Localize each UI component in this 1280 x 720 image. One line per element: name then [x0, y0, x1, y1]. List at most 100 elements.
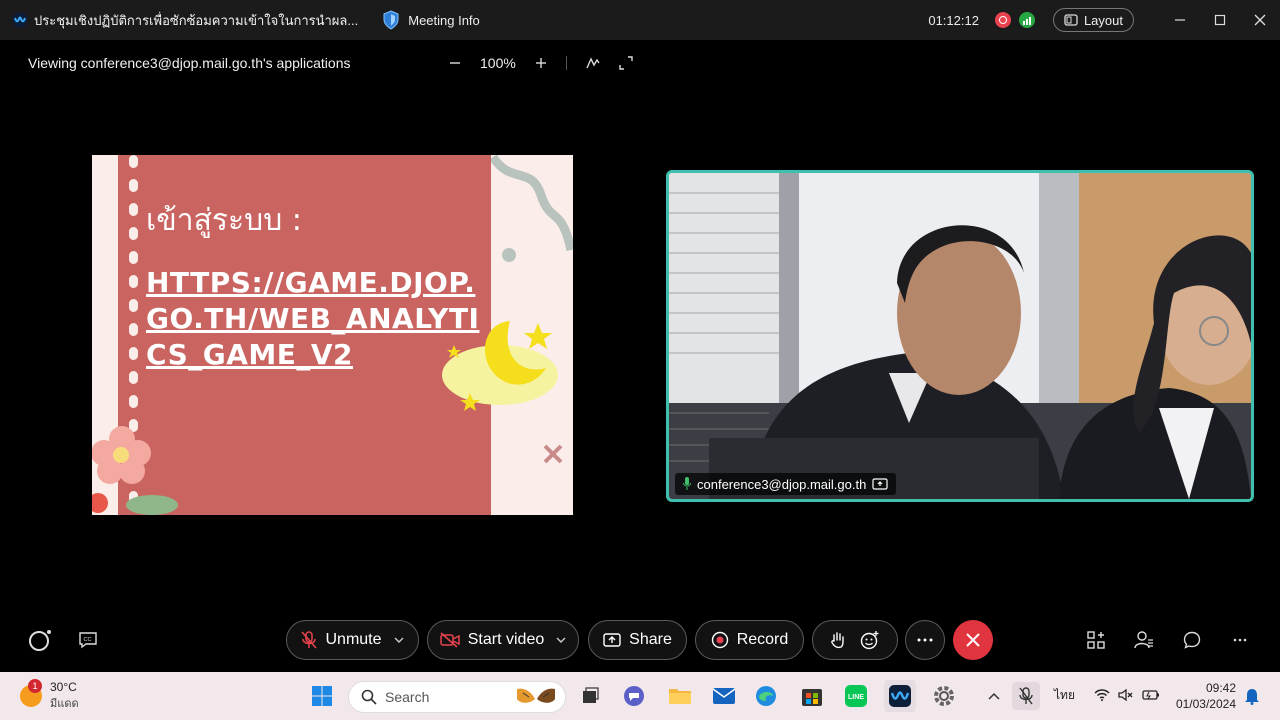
- share-button[interactable]: Share: [588, 620, 687, 660]
- ai-assistant-button[interactable]: [20, 620, 60, 660]
- fullscreen-icon[interactable]: [619, 56, 633, 70]
- store-button[interactable]: [798, 682, 826, 710]
- raise-hand-icon[interactable]: [830, 631, 846, 649]
- weather-description: มีแดด: [50, 698, 79, 710]
- close-window-button[interactable]: [1240, 0, 1280, 40]
- layout-button[interactable]: Layout: [1052, 8, 1134, 32]
- store-icon: [802, 689, 822, 706]
- webex-taskbar-button[interactable]: [884, 680, 916, 712]
- webex-logo-icon: [12, 12, 28, 28]
- more-panels-button[interactable]: [1220, 620, 1260, 660]
- assistant-icon: [29, 630, 51, 651]
- mail-icon: [712, 688, 736, 704]
- slide-url: HTTPS://GAME.DJOP.GO.TH/WEB_ANALYTICS_GA…: [146, 266, 480, 371]
- sun-icon: 1: [20, 679, 42, 707]
- search-placeholder: Search: [385, 689, 430, 705]
- video-muted-icon: [440, 632, 460, 648]
- teams-chat-button[interactable]: [620, 682, 648, 710]
- line-icon: LINE: [845, 685, 867, 707]
- shield-icon: [383, 10, 399, 30]
- zoom-in-icon[interactable]: [534, 56, 548, 70]
- show-hidden-icons-button[interactable]: [980, 682, 1008, 710]
- temperature: 30°C: [50, 680, 77, 694]
- sharing-icon: [872, 478, 888, 490]
- webex-app-icon: [889, 685, 911, 707]
- participants-icon: [1134, 631, 1153, 649]
- zoom-divider: [565, 56, 567, 70]
- close-icon: [966, 633, 980, 647]
- task-view-button[interactable]: [576, 682, 604, 710]
- zoom-out-icon[interactable]: [448, 56, 462, 70]
- apps-button[interactable]: [1076, 620, 1116, 660]
- minimize-icon: [1175, 19, 1185, 21]
- video-feed: [669, 173, 1251, 499]
- wifi-icon[interactable]: [1094, 688, 1110, 702]
- recording-indicator-icon[interactable]: [994, 12, 1011, 28]
- start-video-button[interactable]: Start video: [427, 620, 579, 660]
- title-bar-right: 01:12:12 Layout: [928, 0, 1280, 40]
- butterfly-icon: [517, 688, 555, 703]
- network-health-icon[interactable]: [1018, 12, 1035, 28]
- captions-button[interactable]: CC: [68, 620, 108, 660]
- participants-button[interactable]: [1124, 620, 1164, 660]
- edge-browser-button[interactable]: [752, 682, 780, 710]
- viewing-label: Viewing conference3@djop.mail.go.th's ap…: [28, 55, 351, 71]
- more-horizontal-icon: [917, 638, 933, 642]
- record-label: Record: [736, 631, 789, 648]
- taskbar-search-box[interactable]: Search: [348, 681, 566, 713]
- start-button[interactable]: [308, 682, 336, 710]
- chat-bubble-icon: [624, 686, 644, 706]
- svg-text:CC: CC: [84, 637, 92, 643]
- more-options-button[interactable]: [905, 620, 945, 660]
- input-language[interactable]: ไทย: [1054, 686, 1075, 705]
- volume-muted-icon[interactable]: [1118, 688, 1134, 702]
- decor-wave-icon: [491, 155, 573, 262]
- flower-icon: [92, 426, 178, 515]
- slide-heading: เข้าสู่ระบบ :: [146, 203, 302, 238]
- system-clock[interactable]: 09:42 01/03/2024: [1176, 680, 1236, 712]
- weather-widget[interactable]: 1 30°C มีแดด: [20, 679, 79, 712]
- webex-meeting-window: ประชุมเชิงปฏิบัติการเพื่อซักซ้อมความเข้า…: [0, 0, 1280, 720]
- chat-icon: [1183, 631, 1201, 649]
- mail-button[interactable]: [710, 682, 738, 710]
- shared-content-area[interactable]: เข้าสู่ระบบ : HTTPS://GAME.DJOP.GO.TH/WE…: [12, 155, 652, 515]
- close-icon: [1254, 14, 1266, 26]
- settings-button[interactable]: [930, 682, 958, 710]
- maximize-button[interactable]: [1200, 0, 1240, 40]
- line-app-button[interactable]: LINE: [842, 682, 870, 710]
- file-explorer-button[interactable]: [666, 682, 694, 710]
- clock-time: 09:42: [1205, 681, 1236, 695]
- chevron-up-icon: [988, 692, 1000, 700]
- zoom-controls: 100%: [448, 40, 633, 86]
- cross-decor-icon: [543, 444, 563, 464]
- participant-video-tile[interactable]: conference3@djop.mail.go.th: [666, 170, 1254, 502]
- unmute-button[interactable]: Unmute: [286, 620, 419, 660]
- title-bar: ประชุมเชิงปฏิบัติการเพื่อซักซ้อมความเข้า…: [0, 0, 1280, 40]
- chat-button[interactable]: [1172, 620, 1212, 660]
- weather-badge: 1: [28, 679, 42, 693]
- unmute-label: Unmute: [325, 631, 382, 648]
- bell-icon: [1245, 689, 1259, 705]
- battery-icon[interactable]: [1142, 688, 1160, 702]
- annotate-icon[interactable]: [585, 55, 601, 71]
- reactions-icon[interactable]: [860, 630, 880, 650]
- reactions-group: [812, 620, 898, 660]
- leave-meeting-button[interactable]: [953, 620, 993, 660]
- share-screen-icon: [603, 633, 621, 647]
- record-button[interactable]: Record: [695, 620, 804, 660]
- windows-logo-icon: [312, 686, 332, 706]
- meeting-info-button[interactable]: Meeting Info: [382, 10, 480, 30]
- clock-date: 01/03/2024: [1175, 697, 1236, 711]
- apps-grid-icon: [1087, 631, 1105, 649]
- chevron-down-icon[interactable]: [394, 637, 404, 643]
- notifications-button[interactable]: [1238, 682, 1266, 710]
- start-video-label: Start video: [467, 631, 545, 648]
- more-horizontal-icon: [1233, 638, 1247, 642]
- mic-muted-tray-button[interactable]: [1012, 682, 1040, 710]
- microphone-muted-icon: [301, 631, 318, 649]
- meeting-title: ประชุมเชิงปฏิบัติการเพื่อซักซ้อมความเข้า…: [34, 12, 359, 28]
- zoom-value[interactable]: 100%: [480, 55, 516, 71]
- microphone-muted-icon: [1019, 687, 1033, 705]
- minimize-button[interactable]: [1160, 0, 1200, 40]
- chevron-down-icon[interactable]: [556, 637, 566, 643]
